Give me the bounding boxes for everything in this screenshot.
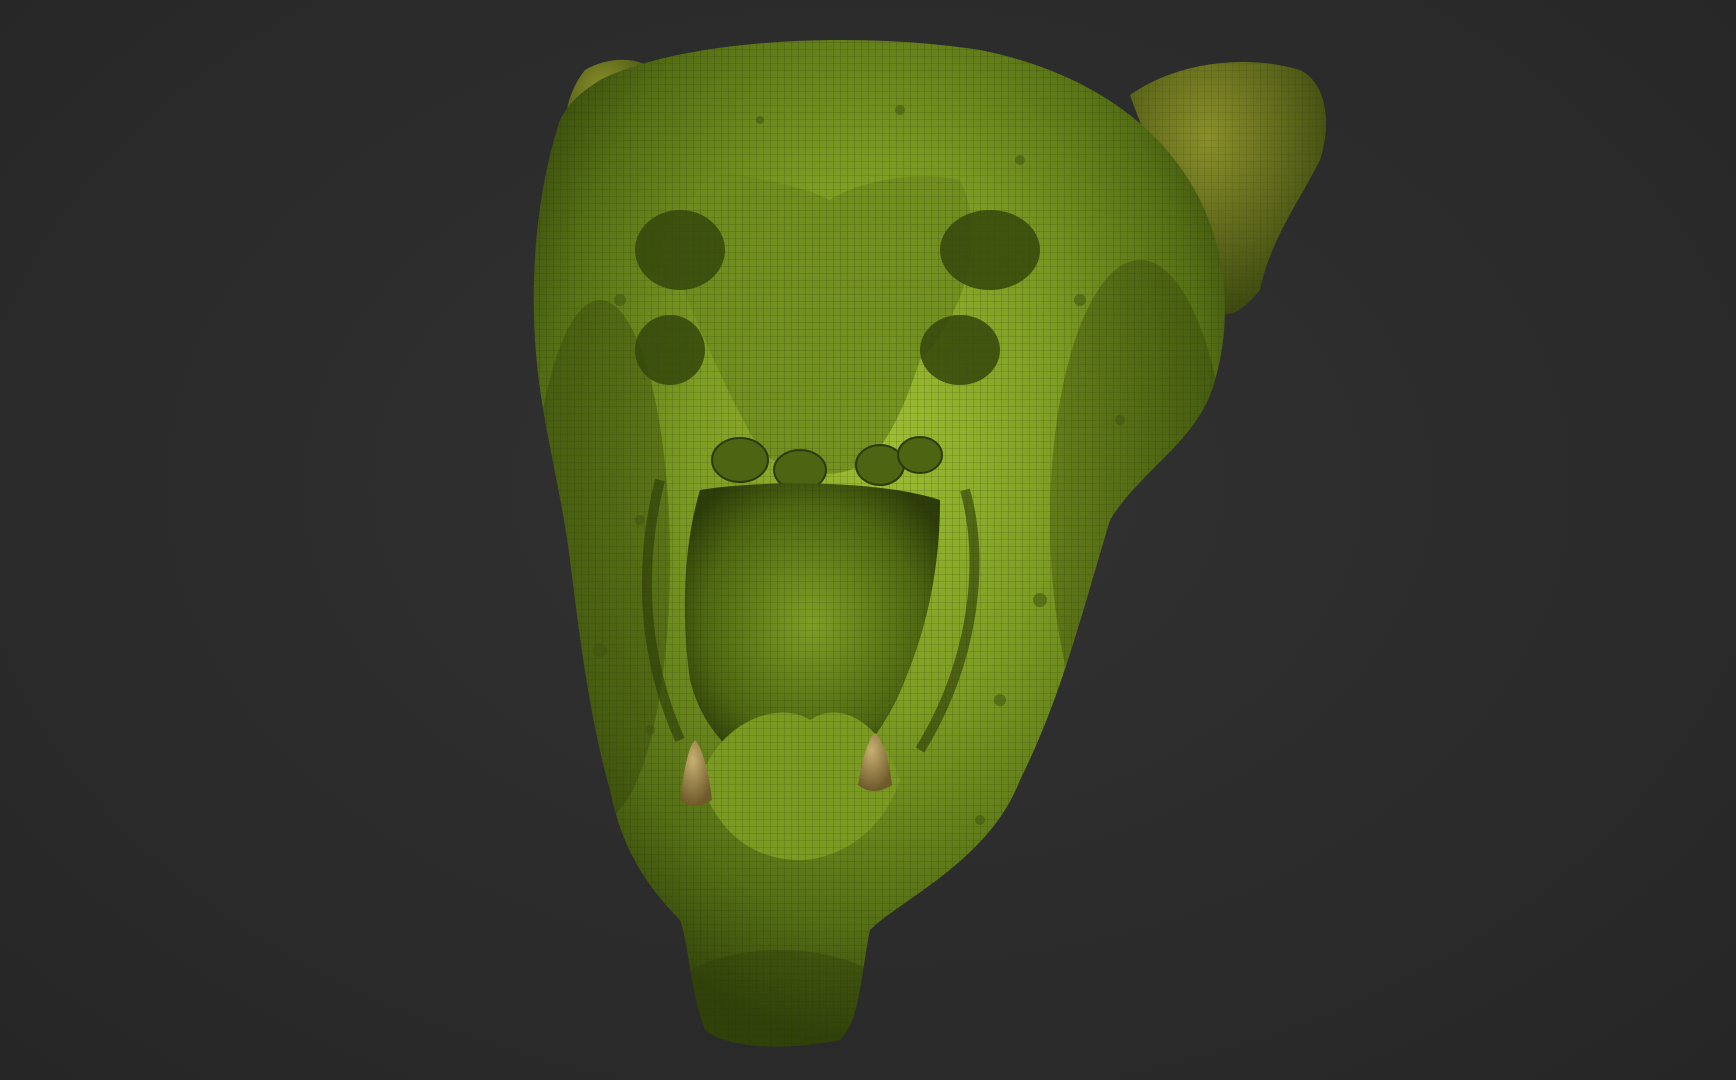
creature-head-sculpt-icon[interactable] — [0, 0, 1736, 1080]
right-eye-icon — [940, 210, 1040, 290]
left-eye-icon — [635, 210, 725, 290]
3d-viewport[interactable] — [0, 0, 1736, 1080]
